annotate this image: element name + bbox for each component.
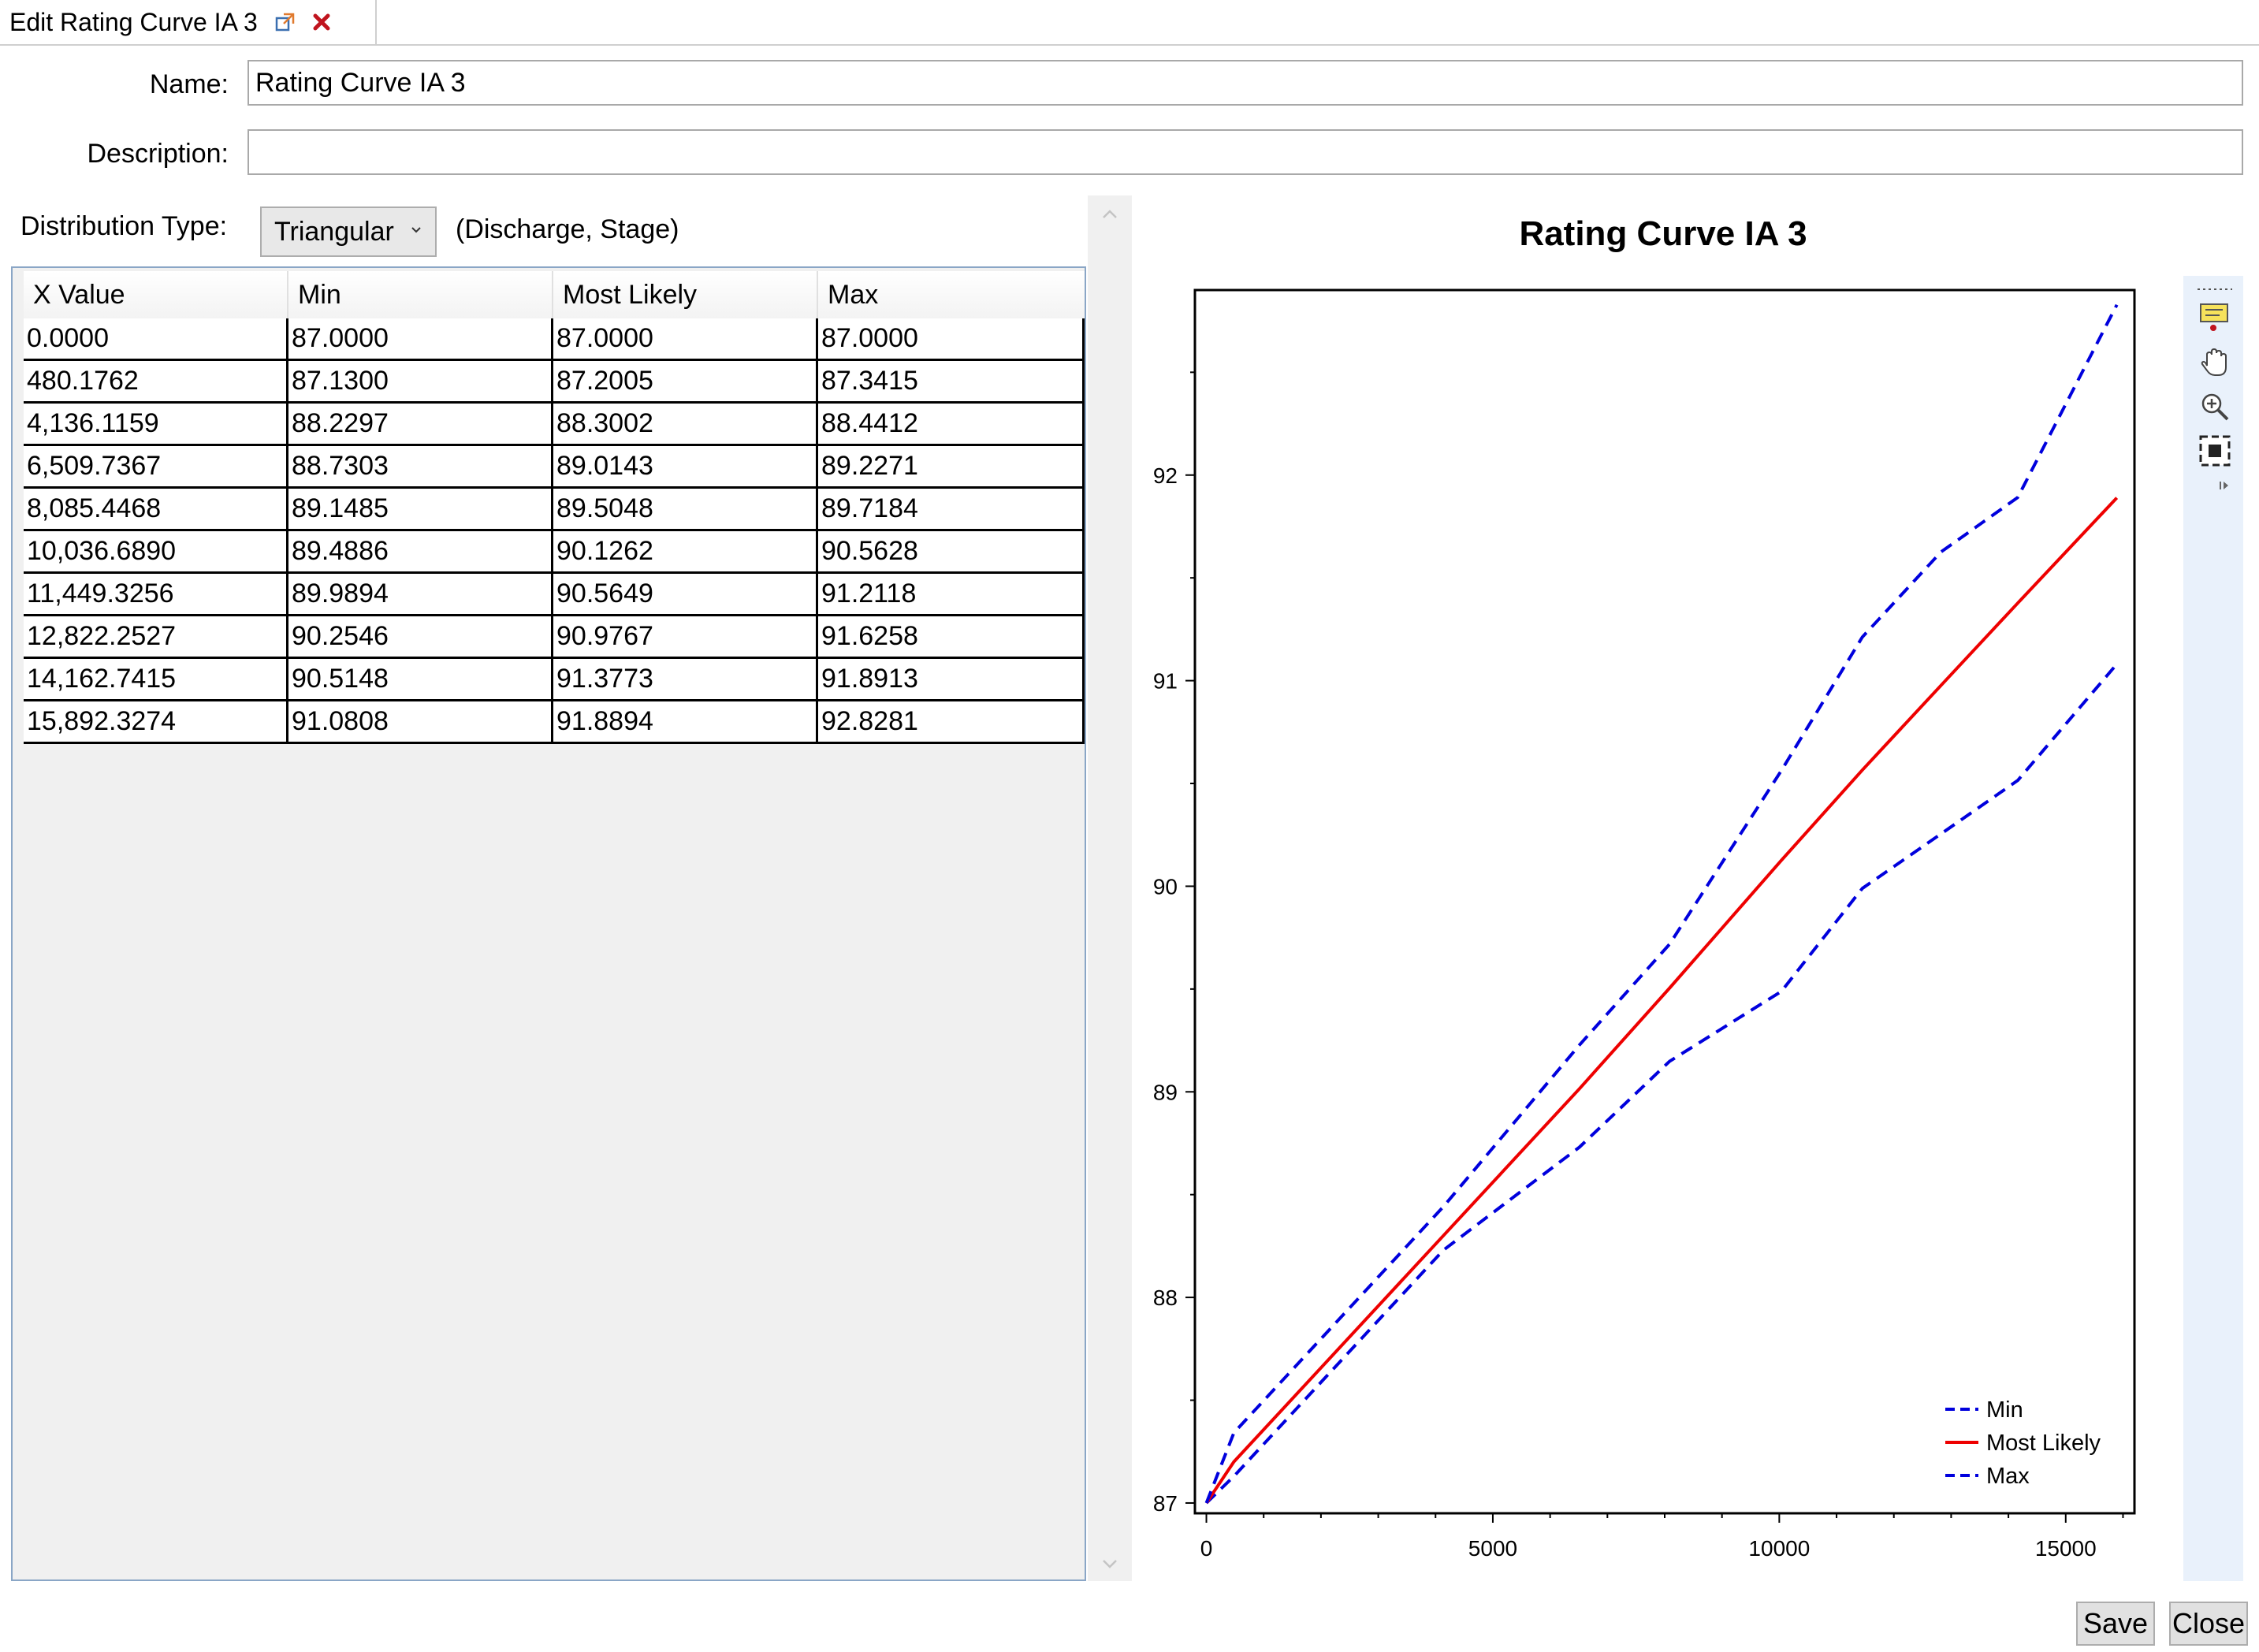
cell-x-value[interactable]: 480.1762 — [24, 361, 288, 401]
rating-curve-chart[interactable]: 87 88 89 90 91 92 0 5000 10000 15000 Min Most Likel… — [1135, 268, 2175, 1568]
cell-most-likely[interactable]: 89.5048 — [553, 489, 818, 529]
cell-max[interactable]: 87.3415 — [818, 361, 1085, 401]
chart-title: Rating Curve IA 3 — [1519, 214, 1807, 253]
table-row[interactable]: 10,036.6890 89.4886 90.1262 90.5628 — [24, 531, 1085, 574]
cell-x-value[interactable]: 12,822.2527 — [24, 616, 288, 657]
cell-most-likely[interactable]: 87.2005 — [553, 361, 818, 401]
x-tick-label: 10000 — [1748, 1536, 1810, 1561]
vertical-scrollbar[interactable] — [1088, 195, 1132, 1581]
cell-max[interactable]: 91.8913 — [818, 659, 1085, 699]
cell-min[interactable]: 87.0000 — [288, 318, 553, 359]
cell-min[interactable]: 89.9894 — [288, 574, 553, 614]
legend-label: Max — [1986, 1464, 2030, 1489]
cell-most-likely[interactable]: 90.1262 — [553, 531, 818, 571]
cell-max[interactable]: 89.7184 — [818, 489, 1085, 529]
cell-x-value[interactable]: 0.0000 — [24, 318, 288, 359]
cell-max[interactable]: 88.4412 — [818, 404, 1085, 444]
y-tick-label: 87 — [1153, 1491, 1178, 1516]
close-button[interactable]: Close — [2169, 1602, 2248, 1646]
table-row[interactable]: 15,892.3274 91.0808 91.8894 92.8281 — [24, 701, 1085, 744]
units-note: (Discharge, Stage) — [456, 214, 679, 244]
cell-max[interactable]: 91.2118 — [818, 574, 1085, 614]
close-tab-icon[interactable] — [310, 10, 333, 34]
cell-max[interactable]: 91.6258 — [818, 616, 1085, 657]
y-tick-label: 92 — [1153, 463, 1178, 488]
legend-label: Most Likely — [1986, 1431, 2101, 1456]
table-row[interactable]: 11,449.3256 89.9894 90.5649 91.2118 — [24, 574, 1085, 616]
data-grid-header: X Value Min Most Likely Max — [24, 271, 1085, 320]
cell-min[interactable]: 90.5148 — [288, 659, 553, 699]
zoom-icon[interactable] — [2198, 389, 2232, 424]
data-grid-body: 0.0000 87.0000 87.0000 87.0000 480.1762 … — [24, 318, 1085, 744]
column-header-max[interactable]: Max — [818, 271, 1085, 318]
tab-title: Edit Rating Curve IA 3 — [9, 7, 258, 36]
toolbar-overflow-icon[interactable] — [2218, 479, 2231, 492]
y-tick-label: 90 — [1153, 874, 1178, 899]
cell-min[interactable]: 89.1485 — [288, 489, 553, 529]
zoom-extents-icon[interactable] — [2198, 433, 2232, 468]
cell-x-value[interactable]: 11,449.3256 — [24, 574, 288, 614]
x-tick-label: 0 — [1200, 1536, 1213, 1561]
cell-most-likely[interactable]: 87.0000 — [553, 318, 818, 359]
cell-most-likely[interactable]: 88.3002 — [553, 404, 818, 444]
table-row[interactable]: 0.0000 87.0000 87.0000 87.0000 — [24, 318, 1085, 361]
cell-x-value[interactable]: 10,036.6890 — [24, 531, 288, 571]
cell-min[interactable]: 90.2546 — [288, 616, 553, 657]
table-row[interactable]: 8,085.4468 89.1485 89.5048 89.7184 — [24, 489, 1085, 531]
table-row[interactable]: 6,509.7367 88.7303 89.0143 89.2271 — [24, 446, 1085, 489]
cell-most-likely[interactable]: 90.5649 — [553, 574, 818, 614]
tab-bar: Edit Rating Curve IA 3 — [0, 0, 2259, 46]
name-input[interactable] — [247, 60, 2243, 106]
cell-most-likely[interactable]: 91.8894 — [553, 701, 818, 742]
y-tick-label: 91 — [1153, 669, 1178, 694]
cell-x-value[interactable]: 4,136.1159 — [24, 404, 288, 444]
column-header-most-likely[interactable]: Most Likely — [553, 271, 818, 318]
description-input[interactable] — [247, 129, 2243, 175]
x-tick-label: 5000 — [1468, 1536, 1517, 1561]
annotation-icon[interactable] — [2198, 300, 2232, 334]
scroll-down-icon[interactable] — [1099, 1553, 1121, 1575]
column-header-min[interactable]: Min — [288, 271, 553, 318]
cell-x-value[interactable]: 8,085.4468 — [24, 489, 288, 529]
table-row[interactable]: 12,822.2527 90.2546 90.9767 91.6258 — [24, 616, 1085, 659]
y-tick-label: 89 — [1153, 1080, 1178, 1104]
cell-max[interactable]: 87.0000 — [818, 318, 1085, 359]
x-tick-label: 15000 — [2035, 1536, 2097, 1561]
tab-edit-rating-curve[interactable]: Edit Rating Curve IA 3 — [0, 0, 377, 44]
cell-min[interactable]: 91.0808 — [288, 701, 553, 742]
plot-area — [1193, 288, 2136, 1515]
distribution-type-select[interactable]: Triangular — [260, 206, 437, 257]
cell-max[interactable]: 89.2271 — [818, 446, 1085, 486]
description-label: Description: — [87, 139, 229, 169]
cell-x-value[interactable]: 15,892.3274 — [24, 701, 288, 742]
cell-x-value[interactable]: 14,162.7415 — [24, 659, 288, 699]
distribution-type-label: Distribution Type: — [20, 211, 228, 241]
cell-x-value[interactable]: 6,509.7367 — [24, 446, 288, 486]
y-tick-label: 88 — [1153, 1286, 1178, 1310]
cell-min[interactable]: 87.1300 — [288, 361, 553, 401]
save-button[interactable]: Save — [2076, 1602, 2155, 1646]
pop-out-icon[interactable] — [274, 10, 297, 34]
cell-min[interactable]: 88.7303 — [288, 446, 553, 486]
toolbar-grip-icon — [2198, 288, 2232, 290]
cell-max[interactable]: 92.8281 — [818, 701, 1085, 742]
cell-most-likely[interactable]: 90.9767 — [553, 616, 818, 657]
legend-label: Min — [1986, 1397, 2023, 1423]
name-label: Name: — [149, 69, 229, 99]
chevron-down-icon — [411, 227, 421, 233]
distribution-type-value: Triangular — [274, 216, 394, 247]
cell-min[interactable]: 88.2297 — [288, 404, 553, 444]
scroll-up-icon[interactable] — [1099, 203, 1121, 225]
pan-hand-icon[interactable] — [2198, 345, 2232, 380]
cell-most-likely[interactable]: 91.3773 — [553, 659, 818, 699]
cell-most-likely[interactable]: 89.0143 — [553, 446, 818, 486]
cell-min[interactable]: 89.4886 — [288, 531, 553, 571]
table-row[interactable]: 480.1762 87.1300 87.2005 87.3415 — [24, 361, 1085, 404]
column-header-x-value[interactable]: X Value — [24, 271, 288, 318]
table-row[interactable]: 14,162.7415 90.5148 91.3773 91.8913 — [24, 659, 1085, 701]
table-row[interactable]: 4,136.1159 88.2297 88.3002 88.4412 — [24, 404, 1085, 446]
cell-max[interactable]: 90.5628 — [818, 531, 1085, 571]
chart-toolbar — [2183, 276, 2243, 1581]
